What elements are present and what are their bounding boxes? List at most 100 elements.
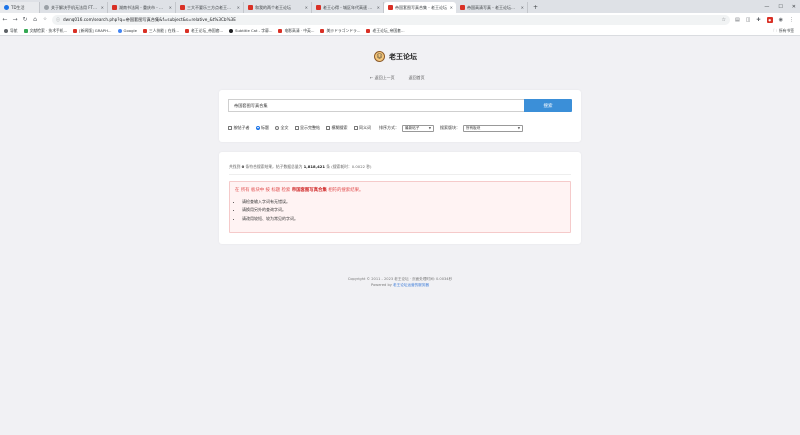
no-result-title: 在 所有 板块中 按 标题 检索 帝国套图写真合集 相符的搜索结果。: [235, 188, 364, 193]
site-favicon-icon: [112, 5, 117, 10]
site-favicon-icon: [44, 5, 49, 10]
bookmark-toolbar-icon[interactable]: ☆: [40, 17, 50, 22]
tab-title: 湖南书法网 - 重庆市 - 论坛: [119, 4, 167, 10]
tab-title: TD生活: [11, 4, 25, 10]
powered-by-link[interactable]: 老王论坛运营的服务器: [393, 283, 429, 287]
site-logo[interactable]: ☺ 老王论坛: [374, 51, 417, 62]
maximize-icon[interactable]: ☐: [778, 4, 782, 10]
bookmark-item[interactable]: 老王论坛_帝国套...: [185, 28, 223, 34]
tab-title: 和我的两个老王论坛: [255, 4, 291, 10]
tab-title: 老王心得 - 城区年代高速 PHP: [323, 4, 375, 10]
address-bar[interactable]: ⓘ dwnq016.com/search.php?q=帝国套图写真合集&f=su…: [52, 14, 730, 25]
close-tab-icon[interactable]: ✕: [377, 5, 380, 10]
mascot-face-icon: ☺: [374, 51, 385, 62]
home-icon[interactable]: ⌂: [30, 16, 40, 23]
bookmark-item[interactable]: 老王论坛_帝国套...: [366, 28, 405, 34]
top-nav-links: ← 返回上一页 返回首页: [370, 75, 425, 81]
bookmark-item[interactable]: 文献检索 · 技术手机...: [23, 28, 67, 34]
bookmark-item[interactable]: Subtitle Cat - 字幕...: [229, 28, 272, 34]
bookmark-favicon-icon: [366, 28, 371, 33]
show-content-checkbox-option[interactable]: 显示完整帖: [294, 125, 320, 131]
search-input[interactable]: 帝国套图写真合集: [228, 99, 524, 112]
fulltext-radio-option[interactable]: 全文: [275, 125, 289, 131]
search-options: 按帖子者 标题 全文 显示完整帖 模糊搜索 同义词 排序方式： 最新帖子 ▼ 搜…: [228, 125, 529, 132]
forward-arrow-icon[interactable]: →: [10, 16, 20, 23]
minimize-icon[interactable]: —: [764, 4, 769, 10]
result-count: 0: [241, 164, 245, 169]
forum-select[interactable]: 所有板块 ▼: [463, 125, 523, 132]
site-favicon-icon: [388, 5, 393, 10]
extension-badge-icon[interactable]: ●: [766, 16, 773, 23]
folder-icon: 🗀: [773, 27, 777, 33]
tab-title: 帝国高清写真 - 老王论坛搜索: [467, 4, 519, 10]
browser-tab-active[interactable]: 帝国套图写真合集 - 老王论坛 ✕: [384, 2, 456, 13]
search-button[interactable]: 搜索: [524, 99, 572, 112]
browser-tab[interactable]: 三大不要乐三方点老王论坛 ✕: [176, 2, 244, 13]
site-info-icon[interactable]: ⓘ: [56, 17, 60, 23]
results-stats: 共找到 0 条符合搜索结果，帖子数据总量为 1,818,421 条 (搜索耗时：…: [229, 164, 372, 169]
tab-title: 关于解决手机无法用 FTP 登: [51, 4, 99, 10]
toolbar-extensions: ▤ ◫ ✚ ● ◉ ⋮: [735, 13, 794, 26]
sort-label: 排序方式：: [379, 125, 399, 131]
bookmark-favicon-icon: [23, 28, 28, 33]
reload-icon[interactable]: ↻: [20, 16, 30, 23]
synonyms-checkbox-option[interactable]: 同义词: [353, 125, 371, 131]
bookmark-item[interactable]: 导航: [4, 28, 18, 34]
checkbox-icon[interactable]: [353, 126, 358, 131]
browser-tab[interactable]: TD生活: [0, 2, 40, 13]
close-tab-icon[interactable]: ✕: [521, 5, 524, 10]
site-favicon-icon: [316, 5, 321, 10]
extension-icon[interactable]: ◫: [746, 17, 751, 23]
checkbox-icon[interactable]: [228, 126, 232, 131]
browser-toolbar: ← → ↻ ⌂ ☆ ⓘ dwnq016.com/search.php?q=帝国套…: [0, 13, 800, 26]
author-checkbox-option[interactable]: 按帖子者: [228, 125, 250, 131]
browser-tab[interactable]: 湖南书法网 - 重庆市 - 论坛 ✕: [108, 2, 176, 13]
bookmark-item[interactable]: 三人技能 | 在线...: [142, 28, 179, 34]
close-tab-icon[interactable]: ✕: [101, 5, 104, 10]
reading-list-icon[interactable]: ▤: [735, 17, 740, 23]
fuzzy-checkbox-option[interactable]: 模糊搜索: [326, 125, 348, 131]
plus-icon: +: [532, 4, 539, 11]
close-tab-icon[interactable]: ✕: [169, 5, 172, 10]
close-tab-icon[interactable]: ✕: [237, 5, 240, 10]
browser-tab[interactable]: 帝国高清写真 - 老王论坛搜索 ✕: [456, 2, 528, 13]
bookmarks-bar: 导航 文献检索 · 技术手机... [新闻版] GRAPH... Google …: [0, 26, 800, 36]
browser-tab[interactable]: 关于解决手机无法用 FTP 登 ✕: [40, 2, 108, 13]
profile-avatar-icon[interactable]: ◉: [779, 17, 783, 23]
browser-tab[interactable]: 和我的两个老王论坛 ✕: [244, 2, 312, 13]
footer-copyright: Copyright © 2011 - 2023 老王论坛 · 页面处理时间: 0…: [347, 277, 453, 281]
back-link[interactable]: ← 返回上一页: [370, 75, 395, 81]
checkbox-icon[interactable]: [294, 126, 299, 131]
checkbox-icon[interactable]: [326, 126, 330, 131]
bookmark-item[interactable]: 电影高清 · 中英...: [278, 28, 314, 34]
close-window-icon[interactable]: ✕: [792, 4, 796, 10]
title-radio-option[interactable]: 标题: [255, 125, 269, 131]
browser-tab[interactable]: 老王心得 - 城区年代高速 PHP ✕: [312, 2, 384, 13]
grid-apps-icon: [4, 28, 8, 33]
home-link[interactable]: 返回首页: [409, 75, 425, 81]
bookmark-item[interactable]: 美沙ドラゴンドラ...: [320, 28, 360, 34]
new-tab-button[interactable]: +: [528, 2, 542, 13]
site-favicon-icon: [4, 5, 9, 10]
total-posts: 1,818,421: [303, 164, 326, 169]
bookmark-favicon-icon: [278, 28, 283, 33]
radio-selected-icon[interactable]: [255, 126, 260, 131]
sort-select[interactable]: 最新帖子 ▼: [402, 125, 434, 132]
back-arrow-icon[interactable]: ←: [0, 16, 10, 23]
all-bookmarks[interactable]: 🗀 所有书签: [773, 26, 794, 36]
chevron-down-icon: ▼: [517, 126, 520, 131]
bookmark-item[interactable]: [新闻版] GRAPH...: [73, 28, 112, 34]
close-tab-icon[interactable]: ✕: [450, 5, 453, 10]
site-favicon-icon: [248, 5, 253, 10]
menu-dots-icon[interactable]: ⋮: [789, 17, 794, 23]
radio-icon[interactable]: [275, 126, 279, 131]
bookmark-item[interactable]: Google: [117, 28, 137, 33]
close-tab-icon[interactable]: ✕: [305, 5, 308, 10]
no-result-notice: 在 所有 板块中 按 标题 检索 帝国套图写真合集 相符的搜索结果。 请检查输入…: [229, 181, 571, 233]
list-item: 请检查输入字词有无错误。: [242, 199, 298, 205]
search-keyword: 帝国套图写真合集: [291, 188, 327, 193]
puzzle-extension-icon[interactable]: ✚: [756, 17, 760, 23]
browser-tab-strip: TD生活 关于解决手机无法用 FTP 登 ✕ 湖南书法网 - 重庆市 - 论坛 …: [0, 0, 800, 13]
forum-label: 搜索版块：: [440, 125, 460, 131]
bookmark-star-icon[interactable]: ☆: [722, 17, 726, 23]
